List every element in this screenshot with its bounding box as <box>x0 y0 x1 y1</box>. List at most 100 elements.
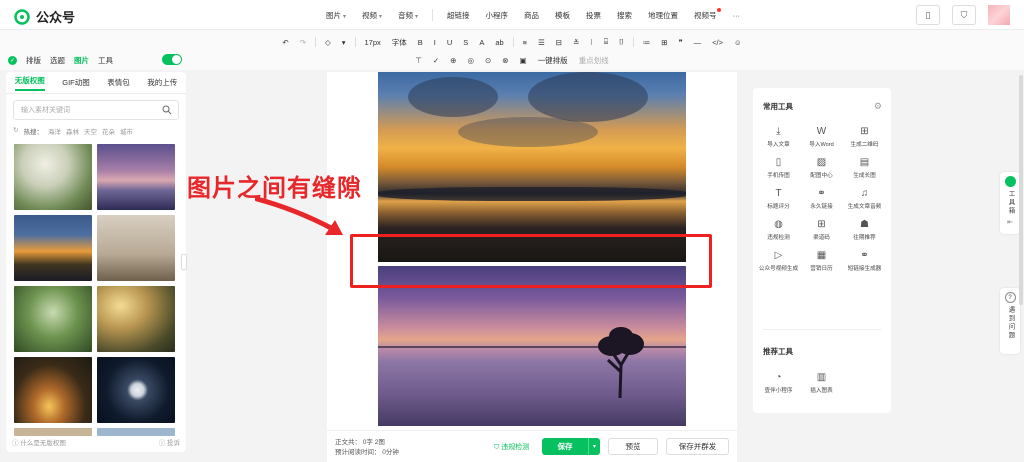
toolbar-button[interactable]: ☰ <box>536 38 547 47</box>
what-is-free-image-link[interactable]: ⓘ 什么是无版权图 <box>12 437 66 447</box>
image-thumb-partial[interactable] <box>97 428 175 436</box>
nav-item[interactable]: 超链接 <box>439 10 478 21</box>
hot-search-term[interactable]: 天空 <box>84 126 97 136</box>
image-search-input[interactable] <box>14 101 154 119</box>
toolbar-button[interactable]: I <box>432 38 438 47</box>
toolbar-button[interactable]: ✓ <box>431 56 441 65</box>
toolbar-button[interactable]: ▣ <box>518 56 529 65</box>
toolbar-button[interactable]: ⊤ <box>413 56 424 65</box>
hot-search-term[interactable]: 城市 <box>120 126 133 136</box>
toolbar-button[interactable]: ≡ <box>521 38 529 47</box>
toolbar-button[interactable]: ⌷ <box>617 37 626 47</box>
toolbar-button[interactable]: — <box>692 38 704 47</box>
image-thumb-pier[interactable] <box>97 215 175 281</box>
left-top-tab[interactable]: 选题 <box>50 55 65 66</box>
tool-item[interactable]: ▯ 手机传图 <box>757 156 800 180</box>
toolbar-button[interactable]: ⊟ <box>554 38 564 47</box>
nav-item[interactable]: 视频 <box>354 10 390 21</box>
toolbar-button[interactable]: ⁝ <box>588 38 594 47</box>
toolbar-button[interactable]: ⊕ <box>448 56 458 65</box>
avatar[interactable] <box>988 5 1010 25</box>
tool-item[interactable]: ◔ 壹伴小程序 <box>757 371 800 395</box>
mobile-preview-button[interactable]: ▯ <box>916 5 940 25</box>
toolbar-button[interactable]: ❞ <box>677 38 685 47</box>
tool-item[interactable]: ▨ 配图中心 <box>800 156 843 180</box>
toolbar-button[interactable]: ◎ <box>465 56 476 65</box>
violation-check-link[interactable]: ⛉ 违规检测 <box>494 442 529 452</box>
tool-item[interactable]: ☗ 往期推荐 <box>843 218 886 242</box>
nav-item[interactable]: 投票 <box>578 10 609 21</box>
save-and-send-button[interactable]: 保存并群发 <box>666 438 729 455</box>
toolbar-button[interactable]: U <box>445 38 454 47</box>
left-top-tab[interactable]: 工具 <box>98 55 113 66</box>
toolbar-button[interactable]: ↷ <box>298 38 308 47</box>
chevron-down-icon[interactable]: ▾ <box>588 438 600 455</box>
logo[interactable]: 公众号 <box>14 7 75 26</box>
toolbar-button[interactable]: ⊗ <box>500 56 510 65</box>
image-thumb-forest-bridge[interactable] <box>14 286 92 352</box>
nav-item[interactable]: 视频号 <box>686 7 725 21</box>
image-thumb-railway[interactable] <box>14 144 92 210</box>
nav-item[interactable]: 小程序 <box>478 10 517 21</box>
shield-button[interactable]: ⛉ <box>952 5 976 25</box>
toolbar-button[interactable]: ≚ <box>571 38 581 47</box>
tool-item[interactable]: ⊞ 生成二维码 <box>843 125 886 149</box>
tool-item[interactable]: ▦ 营销日历 <box>800 249 843 273</box>
image-thumb-moon[interactable] <box>97 357 175 423</box>
nav-item[interactable]: 地理位置 <box>640 10 686 21</box>
tool-item[interactable]: ▷ 公众号视频生成 <box>757 249 800 273</box>
toolbar-button[interactable]: 重点划线 <box>577 55 611 66</box>
toolbar-button[interactable]: ≔ <box>641 38 653 47</box>
image-thumb-tunnel-path[interactable] <box>14 357 92 423</box>
preview-button[interactable]: 预览 <box>608 438 658 455</box>
toolbar-button[interactable]: ⊞ <box>659 38 669 47</box>
toolbar-button[interactable]: ⌸ <box>602 37 611 47</box>
tool-item[interactable]: T 标题评分 <box>757 187 800 211</box>
tool-item[interactable]: ⊞ 渠道码 <box>800 218 843 242</box>
left-top-tab[interactable]: 图片 <box>74 55 89 66</box>
toolbar-button[interactable]: S <box>461 38 470 47</box>
toolbar-button[interactable]: 17px <box>363 38 383 47</box>
toolbar-button[interactable]: ⊙ <box>483 56 493 65</box>
image-tab[interactable]: GIF动图 <box>62 77 90 88</box>
image-tab[interactable]: 表情包 <box>107 77 130 88</box>
tool-item[interactable]: ▥ 插入图表 <box>800 371 843 395</box>
toolbar-button[interactable]: ↶ <box>280 38 290 47</box>
hot-search-term[interactable]: 海洋 <box>48 126 61 136</box>
image-thumb-sunset-clouds[interactable] <box>14 215 92 281</box>
nav-item[interactable]: 商品 <box>516 10 547 21</box>
nav-item[interactable]: 图片 <box>318 10 354 21</box>
panel-toggle[interactable] <box>162 54 182 65</box>
tool-item[interactable]: ▤ 生成长图 <box>843 156 886 180</box>
toolbar-button[interactable]: ab <box>493 38 505 47</box>
tool-item[interactable]: ♫ 生成文章音频 <box>843 187 886 211</box>
image-tab[interactable]: 无版权图 <box>14 75 45 91</box>
left-panel-collapse-handle[interactable] <box>181 254 187 270</box>
hot-search-term[interactable]: 花朵 <box>102 126 115 136</box>
image-thumb-purple-lake[interactable] <box>97 144 175 210</box>
toolbar-button[interactable]: 字体 <box>390 37 409 48</box>
image-thumb-misty-boat[interactable] <box>97 286 175 352</box>
refresh-icon[interactable]: ↻ <box>13 126 18 136</box>
page-scrollbar[interactable] <box>1019 75 1023 305</box>
tool-item[interactable]: ⚭ 永久链接 <box>800 187 843 211</box>
nav-item[interactable]: ··· <box>725 11 749 20</box>
tool-item[interactable]: W 导入Word <box>800 125 843 149</box>
save-button[interactable]: 保存 ▾ <box>542 438 600 455</box>
image-tab[interactable]: 我的上传 <box>147 77 177 88</box>
toolbar-button[interactable]: ◇ <box>323 38 333 47</box>
toolbar-button[interactable]: A <box>477 38 486 47</box>
image-thumb-partial[interactable] <box>14 428 92 436</box>
report-link[interactable]: ⓘ 投诉 <box>159 437 180 447</box>
toolbox-side-tab[interactable]: 工具箱 ⇤ <box>1000 172 1020 234</box>
nav-item[interactable]: 音频 <box>390 10 426 21</box>
help-side-tab[interactable]: ? 遇到问题 <box>1000 288 1020 354</box>
toolbar-button[interactable]: B <box>416 38 425 47</box>
tool-item[interactable]: ⤓ 导入文章 <box>757 125 800 149</box>
toolbar-button[interactable]: ▾ <box>340 38 348 47</box>
toolbar-button[interactable]: ☺ <box>732 38 744 47</box>
toolbar-button[interactable]: 一键排版 <box>536 55 570 66</box>
tool-item[interactable]: ⚭ 短链接生成器 <box>843 249 886 273</box>
tool-item[interactable]: ◍ 违规检测 <box>757 218 800 242</box>
search-icon[interactable] <box>162 105 172 115</box>
